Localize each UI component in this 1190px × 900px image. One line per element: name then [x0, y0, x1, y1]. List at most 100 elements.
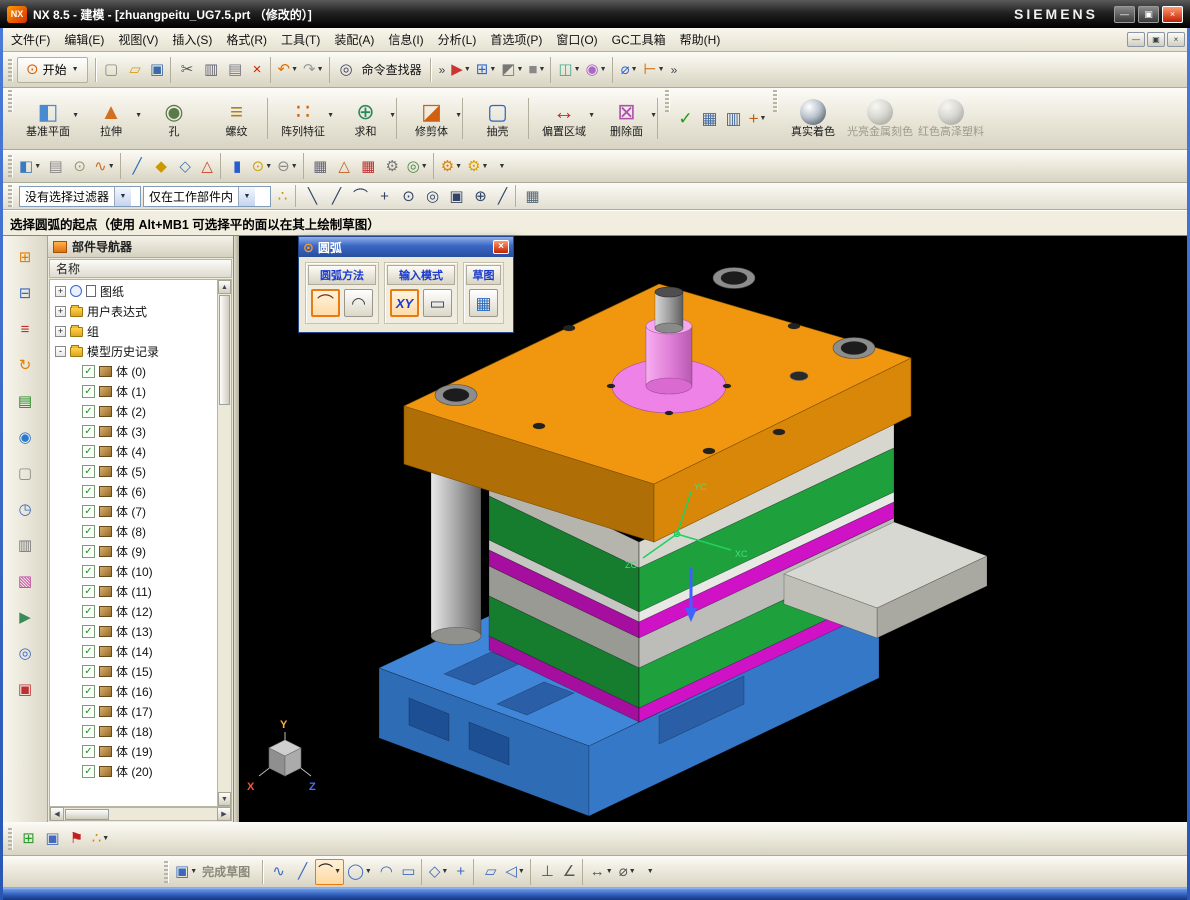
checkbox-checked-icon[interactable]: ✓: [82, 744, 95, 758]
info-icon[interactable]: ◉: [11, 424, 39, 450]
overflow-chevron[interactable]: »: [439, 63, 446, 77]
layers-icon[interactable]: ▤: [44, 153, 67, 179]
constraint-navigator-icon[interactable]: ⊟: [11, 280, 39, 306]
perpendicular-constraint-icon[interactable]: ⊥: [536, 859, 559, 885]
tree-item-body[interactable]: ✓ 体 (3): [50, 421, 217, 441]
vertical-scrollbar[interactable]: ▲ ▼: [217, 280, 231, 806]
undo-icon[interactable]: ↶ ▼: [276, 57, 301, 83]
close-button[interactable]: ×: [1162, 5, 1183, 23]
checkbox-checked-icon[interactable]: ✓: [82, 584, 95, 598]
dialog-close-button[interactable]: ×: [493, 240, 509, 254]
trim-body-button[interactable]: ◪ 修剪体 ▼: [401, 97, 463, 140]
palette-icon[interactable]: ▧: [11, 568, 39, 594]
tree-item-body[interactable]: ✓ 体 (17): [50, 701, 217, 721]
mold-assembly-model[interactable]: [378, 267, 988, 817]
selection-scope-dropdown[interactable]: 仅在工作部件内 ▼: [143, 185, 271, 207]
start-button[interactable]: ⊙ 开始 ▼: [17, 56, 88, 83]
menu-item[interactable]: 窗口(O): [549, 28, 604, 51]
tangent-snap-icon[interactable]: ╱: [493, 185, 516, 207]
part-navigator-icon[interactable]: ≡: [11, 316, 39, 342]
center-snap-icon[interactable]: ⊙: [397, 185, 420, 207]
checkbox-checked-icon[interactable]: ✓: [82, 524, 95, 538]
edit-table-icon[interactable]: ▥: [722, 106, 745, 132]
checkbox-checked-icon[interactable]: ✓: [82, 624, 95, 638]
menu-item[interactable]: 首选项(P): [483, 28, 549, 51]
menu-item[interactable]: 编辑(E): [57, 28, 111, 51]
scrollbar-thumb[interactable]: [65, 808, 109, 820]
triangle-analysis-icon[interactable]: △: [333, 153, 356, 179]
arc-snap-icon[interactable]: ⌒: [349, 185, 372, 207]
rectangle-icon[interactable]: ▭: [399, 858, 422, 885]
checkbox-checked-icon[interactable]: ✓: [82, 364, 95, 378]
thread-button[interactable]: ≡ 螺纹: [206, 97, 268, 140]
menu-item[interactable]: 工具(T): [274, 28, 327, 51]
boolean-subtract-icon[interactable]: ⊖ ▼: [275, 153, 304, 179]
toolbar-options-arrow[interactable]: ▼: [498, 163, 505, 170]
menu-item[interactable]: GC工具箱: [605, 28, 673, 51]
redo-icon[interactable]: ↷ ▼: [301, 56, 330, 83]
name-column-header[interactable]: 名称: [49, 259, 232, 278]
arc-icon[interactable]: ⌒ ▼: [315, 858, 345, 885]
mirror-curve-icon[interactable]: ◁ ▼: [503, 858, 531, 885]
measure-distance-icon[interactable]: ⌀ ▼: [618, 57, 641, 83]
menu-item[interactable]: 分析(L): [431, 28, 484, 51]
chevron-down-icon[interactable]: ▼: [114, 186, 132, 206]
tree-item-body[interactable]: ✓ 体 (12): [50, 601, 217, 621]
overflow-chevron[interactable]: »: [671, 63, 678, 77]
paste-icon[interactable]: ▤: [224, 57, 247, 83]
menu-item[interactable]: 格式(R): [219, 28, 274, 51]
grid-snap-icon[interactable]: ▦: [521, 185, 544, 207]
menu-item[interactable]: 文件(F): [4, 28, 57, 51]
mdi-minimize-button[interactable]: —: [1127, 32, 1145, 47]
bookmark-icon[interactable]: ⚑: [65, 826, 88, 852]
target-point-icon[interactable]: ◎ ▼: [405, 153, 434, 179]
scrollbar-thumb[interactable]: [219, 295, 230, 405]
datum-plane-button[interactable]: ◧ 基准平面 ▼: [17, 98, 79, 140]
tree-item-drawing[interactable]: + 图纸: [50, 281, 217, 301]
scroll-left-icon[interactable]: ◀: [50, 807, 64, 821]
true-shading-button[interactable]: 真实着色: [782, 98, 844, 140]
gc-gear-icon[interactable]: ⚙ ▼: [439, 153, 464, 179]
checkbox-checked-icon[interactable]: ✓: [82, 684, 95, 698]
tree-item-body[interactable]: ✓ 体 (11): [50, 581, 217, 601]
menu-item[interactable]: 视图(V): [111, 28, 165, 51]
gears-icon[interactable]: ⚙: [381, 153, 404, 179]
toolbar-grip[interactable]: [8, 58, 13, 81]
tree-item-body[interactable]: ✓ 体 (8): [50, 521, 217, 541]
toolbar-grip[interactable]: [8, 827, 13, 850]
checkbox-checked-icon[interactable]: ✓: [82, 424, 95, 438]
datum-plane-small-icon[interactable]: ◧ ▼: [17, 153, 43, 179]
checkbox-checked-icon[interactable]: ✓: [82, 384, 95, 398]
layers-rail-icon[interactable]: ▤: [11, 388, 39, 414]
pattern-feature-button[interactable]: ∷ 阵列特征 ▼: [272, 98, 334, 140]
expander-icon[interactable]: +: [55, 305, 66, 317]
tree-item-body[interactable]: ✓ 体 (10): [50, 561, 217, 581]
cut-icon[interactable]: ✂: [176, 57, 199, 83]
unite-button[interactable]: ⊕ 求和 ▼: [335, 97, 397, 140]
tree-item-body[interactable]: ✓ 体 (20): [50, 761, 217, 781]
checkbox-checked-icon[interactable]: ✓: [82, 544, 95, 558]
chamfer-icon[interactable]: △: [198, 153, 221, 179]
selection-filter-dropdown[interactable]: 没有选择过滤器 ▼: [19, 185, 141, 207]
tree-item-body[interactable]: ✓ 体 (15): [50, 661, 217, 681]
fillet-icon[interactable]: ◠: [375, 859, 398, 885]
copy-icon[interactable]: ▥: [200, 57, 223, 83]
roles-icon[interactable]: ◎: [11, 640, 39, 666]
selection-arrow-icon[interactable]: ▶ ▼: [449, 57, 472, 83]
csys-icon[interactable]: + ▼: [746, 106, 769, 132]
new-window-icon[interactable]: ⊞: [17, 826, 40, 852]
spreadsheet-icon[interactable]: ▦: [357, 153, 380, 179]
assembly-navigator-icon[interactable]: ⊞: [11, 244, 39, 270]
endpoint-snap-icon[interactable]: ╲: [301, 185, 324, 207]
restore-button[interactable]: ▣: [1138, 5, 1159, 23]
shell-button[interactable]: ▢ 抽壳: [467, 97, 529, 140]
offset-curve-icon[interactable]: ▱: [479, 859, 502, 885]
command-finder-icon[interactable]: ◎: [335, 57, 358, 83]
expression-table-icon[interactable]: ▦: [309, 153, 332, 179]
midpoint-snap-icon[interactable]: ╱: [325, 185, 348, 207]
display-mode-icon[interactable]: ◩ ▼: [499, 57, 525, 83]
process-studio-icon[interactable]: ▶: [11, 604, 39, 630]
dimension-icon[interactable]: ↔ ▼: [588, 859, 615, 885]
tree-item-body[interactable]: ✓ 体 (19): [50, 741, 217, 761]
toolbar-grip[interactable]: [8, 155, 13, 177]
